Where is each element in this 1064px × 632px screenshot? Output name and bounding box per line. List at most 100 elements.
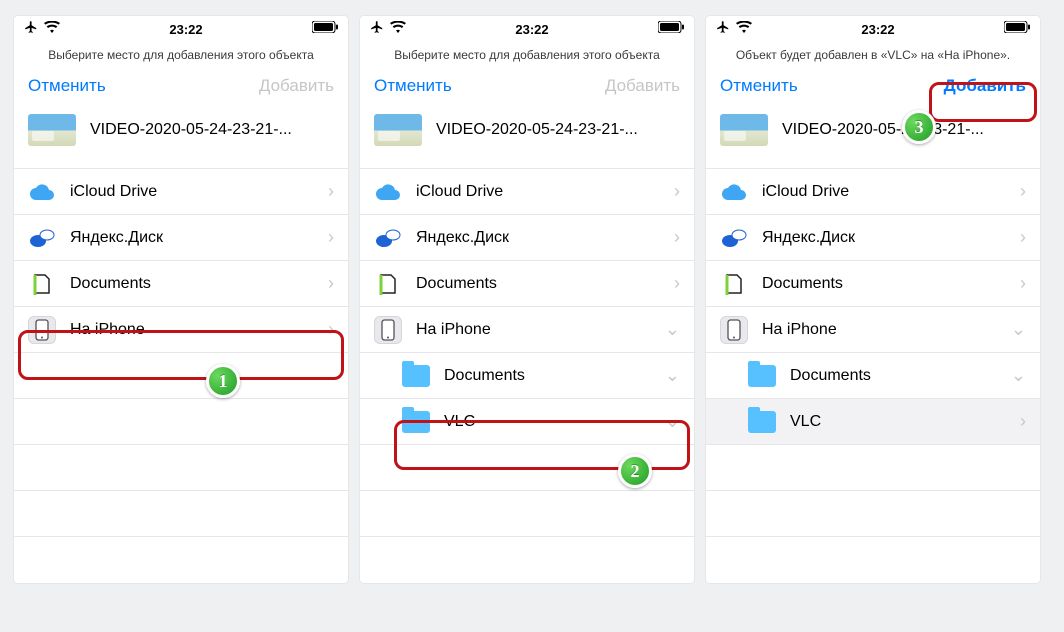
row-label: iCloud Drive [416,183,674,201]
airplane-icon [24,20,38,39]
status-bar: 23:22 [14,16,348,40]
row-sub-vlc[interactable]: VLC ⌄ [360,399,694,445]
chevron-right-icon: › [674,181,680,202]
prompt-text: Объект будет добавлен в «VLC» на «На iPh… [706,40,1040,72]
row-on-iphone[interactable]: На iPhone ⌄ [706,307,1040,353]
row-yadisk[interactable]: Яндекс.Диск › [360,215,694,261]
empty-row [706,537,1040,583]
clock: 23:22 [861,22,894,37]
row-icloud[interactable]: iCloud Drive › [360,169,694,215]
chevron-right-icon: › [1020,227,1026,248]
empty-row [360,537,694,583]
row-label: Documents [416,275,674,293]
add-button[interactable]: Добавить [605,76,680,96]
folder-icon [402,408,430,436]
clock: 23:22 [169,22,202,37]
documents-icon [720,270,748,298]
row-label: iCloud Drive [70,183,328,201]
battery-icon [312,20,338,38]
documents-icon [374,270,402,298]
cancel-button[interactable]: Отменить [374,76,452,96]
step-badge: 3 [902,110,936,144]
chevron-right-icon: › [328,319,334,340]
iphone-icon [28,316,56,344]
step-badge: 2 [618,454,652,488]
nav-bar: Отменить Добавить [14,72,348,108]
row-on-iphone[interactable]: На iPhone ⌄ [360,307,694,353]
row-label: Яндекс.Диск [762,229,1020,247]
video-item: VIDEO-2020-05-24-23-21-... [14,108,348,168]
row-label: VLC [444,413,665,431]
airplane-icon [716,20,730,39]
row-icloud[interactable]: iCloud Drive › [706,169,1040,215]
empty-row [14,445,348,491]
chevron-down-icon: ⌄ [665,411,680,432]
status-bar: 23:22 [706,16,1040,40]
documents-icon [28,270,56,298]
row-documents[interactable]: Documents › [14,261,348,307]
step-badge: 1 [206,364,240,398]
video-filename: VIDEO-2020-05-24-23-21-... [782,121,984,139]
chevron-down-icon: ⌄ [665,365,680,386]
row-yadisk[interactable]: Яндекс.Диск › [14,215,348,261]
row-documents[interactable]: Documents › [360,261,694,307]
video-filename: VIDEO-2020-05-24-23-21-... [90,121,292,139]
row-documents[interactable]: Documents › [706,261,1040,307]
chevron-right-icon: › [328,227,334,248]
row-icloud[interactable]: iCloud Drive › [14,169,348,215]
row-label: Documents [444,367,665,385]
video-item: VIDEO-2020-05-24-23-21-... [360,108,694,168]
wifi-icon [390,20,406,38]
chevron-right-icon: › [328,273,334,294]
yadisk-icon [720,224,748,252]
video-thumbnail [28,114,76,146]
cancel-button[interactable]: Отменить [28,76,106,96]
prompt-text: Выберите место для добавления этого объе… [360,40,694,72]
chevron-right-icon: › [1020,273,1026,294]
folder-icon [402,362,430,390]
row-sub-vlc[interactable]: VLC › [706,399,1040,445]
add-button[interactable]: Добавить [259,76,334,96]
row-label: Documents [790,367,1011,385]
location-list: iCloud Drive › Яндекс.Диск › Documents ›… [14,168,348,583]
row-label: VLC [790,413,1020,431]
iphone-icon [720,316,748,344]
chevron-down-icon: ⌄ [1011,365,1026,386]
iphone-icon [374,316,402,344]
icloud-icon [28,178,56,206]
empty-row [14,491,348,537]
chevron-down-icon: ⌄ [665,319,680,340]
empty-row [14,353,348,399]
cancel-button[interactable]: Отменить [720,76,798,96]
row-yadisk[interactable]: Яндекс.Диск › [706,215,1040,261]
row-label: Documents [762,275,1020,293]
airplane-icon [370,20,384,39]
empty-row [706,445,1040,491]
row-on-iphone[interactable]: На iPhone › [14,307,348,353]
wifi-icon [736,20,752,38]
prompt-text: Выберите место для добавления этого объе… [14,40,348,72]
add-button[interactable]: Добавить [944,76,1026,96]
status-bar: 23:22 [360,16,694,40]
row-label: Documents [70,275,328,293]
clock: 23:22 [515,22,548,37]
video-item: VIDEO-2020-05-24-23-21-... [706,108,1040,168]
folder-icon [748,362,776,390]
row-sub-documents[interactable]: Documents ⌄ [360,353,694,399]
row-label: На iPhone [416,321,665,339]
icloud-icon [374,178,402,206]
row-label: Яндекс.Диск [416,229,674,247]
nav-bar: Отменить Добавить [360,72,694,108]
battery-icon [1004,20,1030,38]
wifi-icon [44,20,60,38]
empty-row [14,537,348,583]
nav-bar: Отменить Добавить [706,72,1040,108]
row-label: На iPhone [762,321,1011,339]
video-thumbnail [720,114,768,146]
row-sub-documents[interactable]: Documents ⌄ [706,353,1040,399]
empty-row [14,399,348,445]
row-label: Яндекс.Диск [70,229,328,247]
folder-icon [748,408,776,436]
yadisk-icon [28,224,56,252]
chevron-right-icon: › [674,273,680,294]
